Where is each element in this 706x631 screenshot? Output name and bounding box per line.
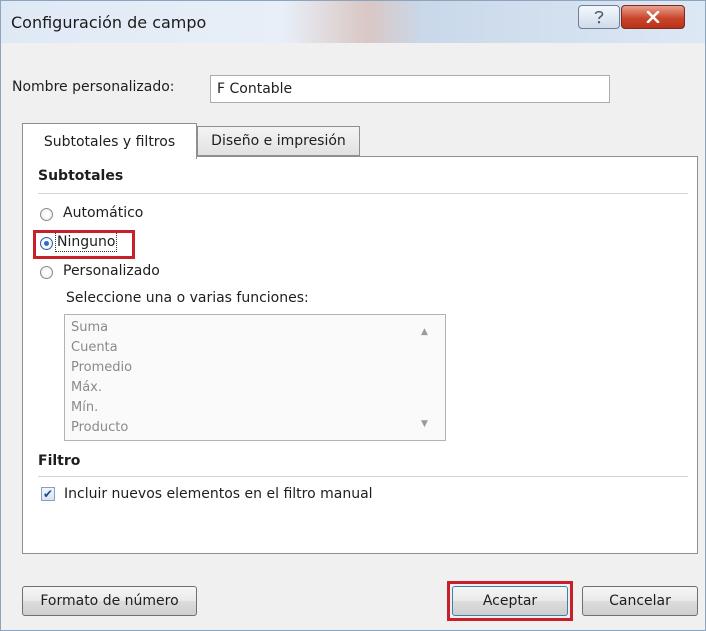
custom-name-label: Nombre personalizado: [12,79,175,95]
checkmark-icon: ✔ [42,487,54,501]
close-button[interactable] [621,5,685,29]
radio-automatic-label[interactable]: Automático [63,205,143,221]
functions-listbox[interactable]: Suma Cuenta Promedio Máx. Mín. Producto … [64,314,446,441]
list-item[interactable]: Producto [71,420,128,435]
field-settings-dialog: Configuración de campo Nombre personaliz… [0,0,706,631]
list-item[interactable]: Suma [71,320,108,335]
tab-layout-print[interactable]: Diseño e impresión [197,126,360,156]
tab-label: Diseño e impresión [211,133,346,149]
subtotals-divider [38,193,688,194]
custom-name-input[interactable] [210,75,610,103]
title-bar[interactable]: Configuración de campo [1,1,705,43]
filter-heading: Filtro [38,453,81,469]
list-item[interactable]: Cuenta [71,340,118,355]
scroll-down-icon[interactable]: ▼ [421,419,428,429]
tab-subtotals-filters[interactable]: Subtotales y filtros [22,123,197,159]
include-new-items-label[interactable]: Incluir nuevos elementos en el filtro ma… [64,486,373,502]
subtotals-heading: Subtotales [38,168,124,184]
filter-divider [38,476,688,477]
list-item[interactable]: Máx. [71,380,102,395]
functions-label: Seleccione una o varias funciones: [66,290,309,306]
radio-custom[interactable] [40,266,53,279]
cancel-button[interactable]: Cancelar [582,586,698,616]
question-mark-icon [594,10,604,24]
help-button[interactable] [578,5,620,29]
list-item[interactable]: Mín. [71,400,98,415]
scroll-up-icon[interactable]: ▲ [421,327,428,337]
tab-label: Subtotales y filtros [43,133,176,150]
include-new-items-checkbox[interactable]: ✔ [41,487,55,501]
close-icon [646,11,660,23]
radio-automatic[interactable] [40,208,53,221]
highlight-box-accept [447,581,573,621]
number-format-button[interactable]: Formato de número [22,586,197,616]
radio-custom-label[interactable]: Personalizado [63,263,160,279]
dialog-title: Configuración de campo [11,13,207,32]
highlight-box-none [33,230,135,259]
list-item[interactable]: Promedio [71,360,132,375]
